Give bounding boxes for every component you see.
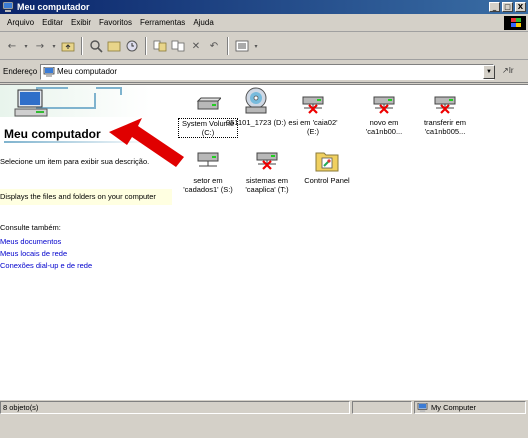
my-computer-icon xyxy=(417,403,428,412)
views-icon[interactable] xyxy=(234,38,250,54)
menu-ajuda[interactable]: Ajuda xyxy=(189,14,217,32)
menu-arquivo[interactable]: Arquivo xyxy=(3,14,38,32)
go-label: Ir xyxy=(508,66,514,75)
close-button[interactable]: X xyxy=(515,2,526,12)
toolbar: ← ▾ → ▾ ✕ ↶ ▾ xyxy=(0,33,528,60)
menu-bar: Arquivo Editar Exibir Favoritos Ferramen… xyxy=(0,14,528,32)
menu-ferramentas[interactable]: Ferramentas xyxy=(136,14,189,32)
back-dropdown-icon[interactable]: ▾ xyxy=(22,38,30,54)
undo-icon[interactable]: ↶ xyxy=(206,38,222,54)
status-bar: 8 objeto(s) My Computer xyxy=(0,401,528,438)
toolbar-separator xyxy=(227,37,229,55)
minimize-button[interactable]: _ xyxy=(489,2,500,12)
my-computer-icon xyxy=(43,67,55,77)
menu-exibir[interactable]: Exibir xyxy=(67,14,95,32)
forward-dropdown-icon[interactable]: ▾ xyxy=(50,38,58,54)
forward-icon[interactable]: → xyxy=(32,38,48,54)
folders-icon[interactable] xyxy=(106,38,122,54)
status-middle-pane xyxy=(352,401,412,414)
back-icon[interactable]: ← xyxy=(4,38,20,54)
window-title: Meu computador xyxy=(17,2,90,12)
my-computer-icon xyxy=(2,2,14,12)
address-field[interactable]: Meu computador xyxy=(40,64,494,80)
maximize-button[interactable]: □ xyxy=(502,2,513,12)
red-arrow-annotation xyxy=(109,118,184,167)
address-label: Endereço xyxy=(3,67,38,76)
views-dropdown-icon[interactable]: ▾ xyxy=(252,38,260,54)
address-dropdown-button[interactable]: ▼ xyxy=(483,65,495,79)
search-icon[interactable] xyxy=(88,38,104,54)
status-object-count: 8 objeto(s) xyxy=(0,401,350,414)
toolbar-separator xyxy=(145,37,147,55)
go-button[interactable]: ↗Ir xyxy=(502,66,514,75)
delete-icon[interactable]: ✕ xyxy=(188,38,204,54)
up-folder-icon[interactable] xyxy=(60,38,76,54)
status-location: My Computer xyxy=(414,401,526,414)
menu-editar[interactable]: Editar xyxy=(38,14,67,32)
title-bar: Meu computador _ □ X xyxy=(0,0,528,14)
menu-favoritos[interactable]: Favoritos xyxy=(95,14,136,32)
address-value: Meu computador xyxy=(57,67,118,76)
windows-logo-icon xyxy=(504,16,526,30)
go-arrow-icon: ↗ xyxy=(502,66,509,75)
status-location-label: My Computer xyxy=(431,403,477,412)
move-to-icon[interactable] xyxy=(152,38,168,54)
address-bar: Endereço Meu computador ▼ ↗Ir xyxy=(0,61,528,83)
history-icon[interactable] xyxy=(124,38,140,54)
content-area: Meu computador Selecione um item para ex… xyxy=(0,84,528,400)
copy-to-icon[interactable] xyxy=(170,38,186,54)
toolbar-separator xyxy=(81,37,83,55)
